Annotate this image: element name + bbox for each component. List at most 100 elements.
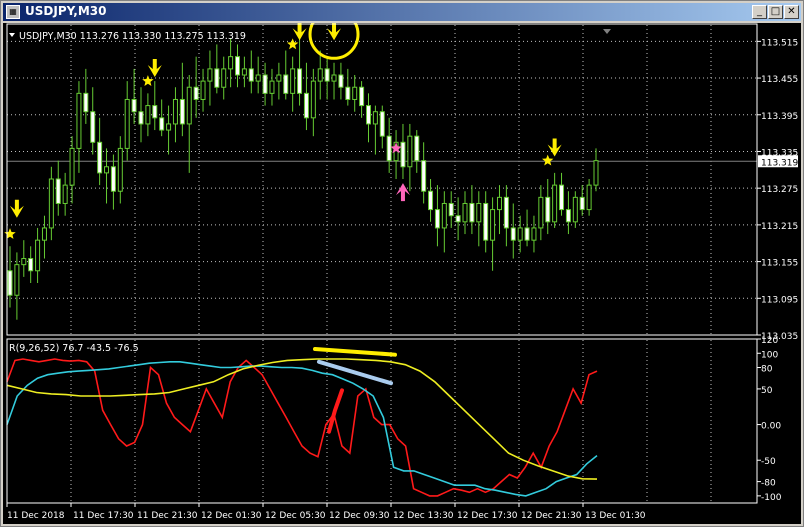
candle-bear: [414, 135, 420, 162]
symbol-info-label: USDJPY,M30 113.276 113.330 113.275 113.3…: [19, 31, 246, 42]
candle-bull: [221, 68, 227, 88]
candle-bull: [35, 239, 41, 272]
chart-window: ▦ USDJPY,M30 _ □ ✕ 113.515 113.455 113.395…: [0, 0, 804, 527]
candle-bull: [490, 209, 496, 241]
candle-bull: [14, 264, 20, 296]
candle-bear: [448, 202, 454, 217]
price-tick-label: 113.155: [761, 259, 798, 269]
candle-bear: [510, 227, 516, 241]
candle-bear: [524, 227, 530, 241]
chart-area[interactable]: 113.515113.455113.395113.335113.275113.2…: [1, 23, 803, 526]
price-tick-label: 113.215: [761, 222, 798, 232]
candle-bull: [255, 74, 261, 82]
candle-bull: [228, 56, 234, 70]
candle-bull: [310, 80, 316, 119]
candle-bear: [379, 111, 385, 137]
rsi-tick-label: -80: [761, 479, 776, 489]
candle-bear: [152, 105, 158, 119]
candle-bear: [97, 141, 103, 174]
candle-bear: [400, 141, 406, 168]
candle-bear: [28, 258, 34, 272]
price-tick-label: 113.455: [761, 75, 798, 85]
rsi-tick-label: 80: [761, 365, 773, 375]
candle-bear: [83, 92, 89, 113]
candle-bull: [538, 196, 544, 229]
candle-bull: [496, 196, 502, 211]
time-tick-label: 12 Dec 01:30: [201, 511, 262, 521]
candle-bull: [172, 98, 178, 125]
window-title: USDJPY,M30: [25, 4, 107, 18]
chart-window-icon: ▦: [6, 5, 20, 19]
time-tick-label: 13 Dec 01:30: [585, 511, 646, 521]
candle-bear: [428, 190, 434, 211]
candle-bull: [200, 80, 206, 100]
minimize-button[interactable]: _: [752, 5, 767, 19]
candle-bear: [90, 111, 96, 143]
candle-bear: [365, 105, 371, 125]
candle-bear: [559, 184, 565, 211]
time-tick-label: 12 Dec 09:30: [329, 511, 390, 521]
candle-bear: [159, 117, 165, 131]
candle-bull: [531, 227, 537, 241]
candle-bull: [476, 202, 482, 223]
rsi-tick-label: 120: [761, 336, 778, 346]
candle-bull: [117, 147, 123, 192]
candle-bear: [214, 68, 220, 88]
candle-bull: [207, 68, 213, 82]
candle-bull: [372, 111, 378, 125]
candle-bull: [241, 68, 247, 76]
candle-bull: [21, 258, 27, 266]
candle-bear: [297, 68, 303, 94]
candle-bull: [462, 202, 468, 223]
candle-bull: [186, 86, 192, 125]
candle-bull: [352, 86, 358, 100]
candle-bull: [517, 227, 523, 241]
rsi-tick-label: -100: [761, 493, 782, 503]
candle-bear: [421, 160, 427, 192]
chart-background: [3, 23, 801, 524]
title-bar[interactable]: ▦ USDJPY,M30 _ □ ✕: [3, 3, 801, 21]
price-tick-label: 113.095: [761, 295, 798, 305]
candle-bull: [145, 105, 151, 125]
time-tick-label: 12 Dec 13:30: [393, 511, 454, 521]
candle-bear: [179, 98, 185, 125]
candle-bull: [48, 178, 54, 229]
candle-bull: [552, 184, 558, 223]
candle-bear: [579, 196, 585, 211]
candle-bear: [338, 74, 344, 88]
candle-bear: [565, 209, 571, 223]
rsi-tick-label: 50: [761, 386, 773, 396]
time-tick-label: 11 Dec 2018: [7, 511, 65, 521]
candle-bear: [483, 202, 489, 241]
candle-bear: [262, 74, 268, 94]
candle-bear: [359, 86, 365, 107]
candle-bear: [55, 178, 61, 204]
candle-bear: [386, 135, 392, 162]
candle-bull: [290, 68, 296, 94]
candle-bull: [41, 227, 47, 241]
candle-bull: [331, 74, 337, 82]
candle-bull: [62, 184, 68, 204]
candle-bear: [469, 202, 475, 223]
candle-bear: [110, 166, 116, 192]
candle-bull: [124, 98, 130, 149]
rsi-tick-label: 0.00: [761, 422, 781, 432]
time-tick-label: 12 Dec 17:30: [457, 511, 518, 521]
candle-bear: [345, 86, 351, 100]
maximize-button[interactable]: □: [768, 5, 783, 19]
candle-bear: [193, 86, 199, 100]
candle-bull: [586, 184, 592, 211]
candle-bull: [276, 74, 282, 82]
candle-bear: [545, 196, 551, 223]
time-tick-label: 11 Dec 17:30: [73, 511, 134, 521]
candle-bear: [7, 270, 13, 296]
time-tick-label: 12 Dec 21:30: [521, 511, 582, 521]
price-tick-label: 113.515: [761, 38, 798, 48]
candle-bear: [248, 68, 254, 82]
candle-bear: [434, 209, 440, 229]
candle-bull: [269, 80, 275, 94]
time-tick-label: 11 Dec 21:30: [137, 511, 198, 521]
candle-bear: [235, 56, 241, 76]
candle-bear: [503, 196, 509, 229]
close-button[interactable]: ✕: [784, 5, 799, 19]
